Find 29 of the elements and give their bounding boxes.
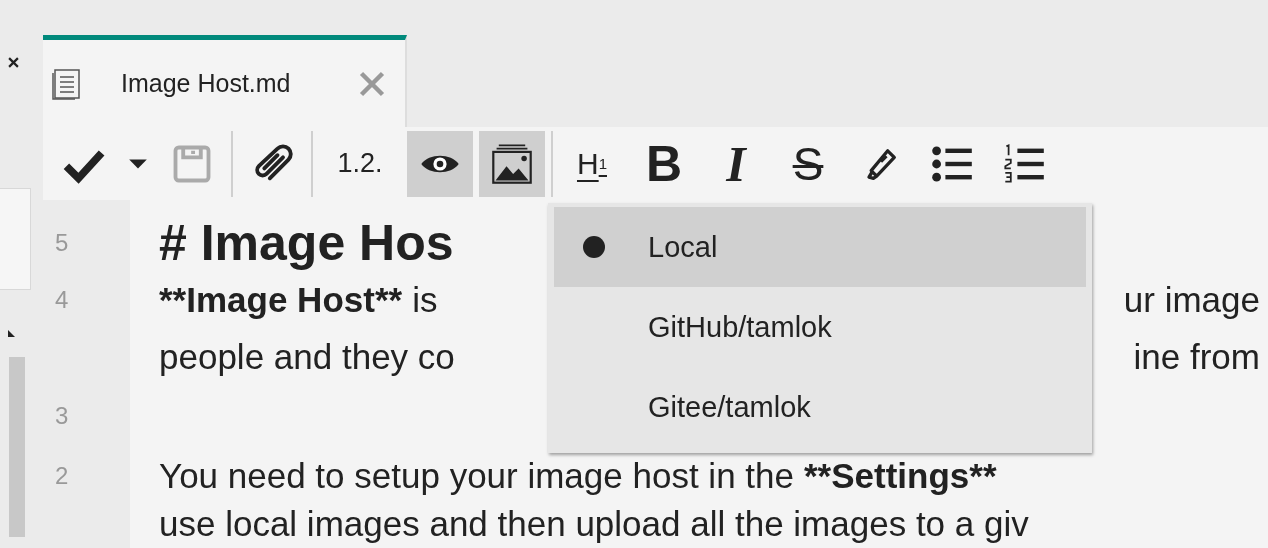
editor-text: **Image Host** [159,279,403,320]
image-icon [490,141,534,186]
editor-text: is [412,279,438,320]
triangle-icon[interactable] [8,330,15,337]
document-icon [51,67,83,100]
editor-text: people and they co [159,336,455,377]
line-number: 2 [55,461,69,489]
line-number: 5 [55,228,69,256]
preview-button[interactable] [407,130,473,197]
menu-item[interactable]: Gitee/tamlok [554,367,1086,447]
editor-text: You need to setup your image host in the [159,455,794,496]
italic-button[interactable]: I [703,130,769,197]
bullet-icon [583,236,605,258]
line-number: 3 [55,402,69,429]
close-icon[interactable] [8,57,19,68]
scrollbar[interactable] [9,357,25,537]
menu-item[interactable]: Local [554,207,1086,287]
editor-text: **Settings** [804,455,997,496]
image-host-button[interactable] [479,130,545,197]
editor-text: ur image [1123,279,1260,320]
file-tab[interactable]: Image Host.md [43,35,407,127]
editor-text: # Image Hos [159,213,454,272]
numbering-button[interactable]: 1.2. [319,130,401,197]
menu-item[interactable]: GitHub/tamlok [554,287,1086,367]
editor-text: ine from [1133,336,1260,377]
bold-button[interactable]: B [631,130,697,197]
editor-text: use local images and then upload all the images to a giv [159,504,1029,544]
line-number: 4 [55,285,69,313]
strikethrough-button[interactable]: S [775,130,841,197]
